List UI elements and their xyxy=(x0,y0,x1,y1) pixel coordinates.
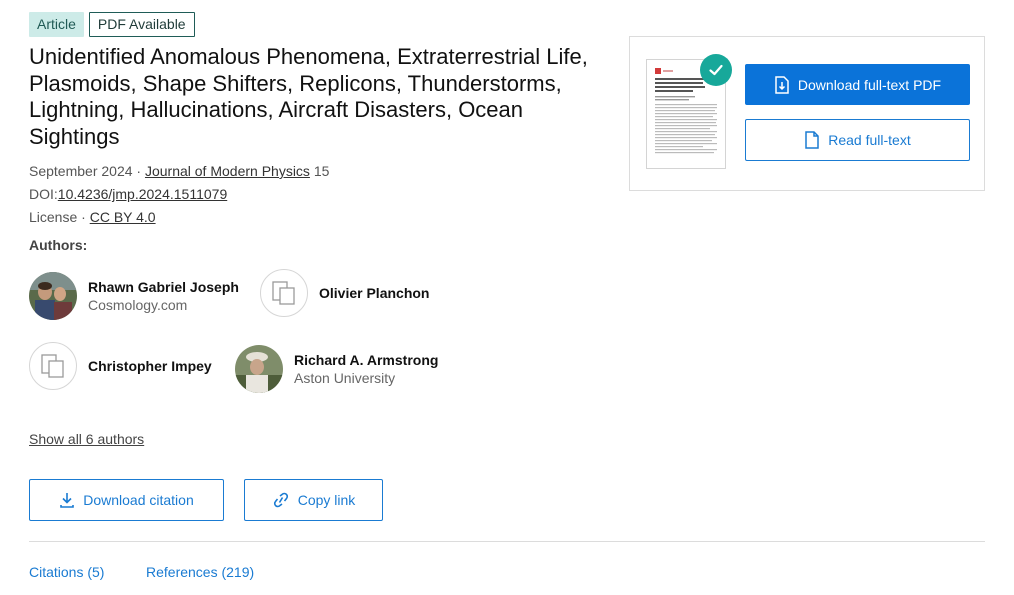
download-pdf-label: Download full-text PDF xyxy=(797,76,942,93)
copy-link-label: Copy link xyxy=(297,492,356,508)
author-item[interactable]: Richard A. Armstrong Aston University xyxy=(235,345,438,393)
author-placeholder-icon xyxy=(41,354,64,378)
publication-info: September 2024 · Journal of Modern Physi… xyxy=(29,162,329,180)
read-fulltext-label: Read full-text xyxy=(828,132,911,148)
publication-date: September 2024 · xyxy=(29,163,145,179)
download-icon xyxy=(60,493,75,508)
doi-link[interactable]: 10.4236/jmp.2024.1511079 xyxy=(58,186,227,202)
author-affiliation: Aston University xyxy=(294,370,396,386)
download-pdf-button[interactable]: Download full-text PDF xyxy=(745,64,970,105)
author-name[interactable]: Richard A. Armstrong xyxy=(294,351,438,369)
license-link[interactable]: CC BY 4.0 xyxy=(90,209,156,225)
link-icon xyxy=(273,492,288,508)
read-fulltext-button[interactable]: Read full-text xyxy=(745,119,970,161)
authors-label: Authors: xyxy=(29,237,88,253)
download-citation-label: Download citation xyxy=(83,492,194,508)
author-avatar[interactable] xyxy=(29,272,77,320)
badges: Article PDF Available xyxy=(29,12,195,37)
doi-line: DOI:10.4236/jmp.2024.1511079 xyxy=(29,185,227,203)
article-badge: Article xyxy=(29,12,84,37)
tab-citations[interactable]: Citations (5) xyxy=(29,564,104,580)
author-avatar[interactable] xyxy=(29,342,77,390)
journal-link[interactable]: Journal of Modern Physics xyxy=(145,163,310,179)
pdf-card: Download full-text PDF Read full-text xyxy=(629,36,985,191)
download-citation-button[interactable]: Download citation xyxy=(29,479,224,521)
tab-references[interactable]: References (219) xyxy=(146,564,254,580)
author-name[interactable]: Olivier Planchon xyxy=(319,284,429,302)
author-avatar[interactable] xyxy=(260,269,308,317)
author-name[interactable]: Christopher Impey xyxy=(88,357,212,375)
journal-volume: 15 xyxy=(309,163,330,179)
author-name[interactable]: Rhawn Gabriel Joseph xyxy=(88,278,239,296)
file-download-icon xyxy=(775,75,789,94)
document-icon xyxy=(805,131,819,149)
article-title: Unidentified Anomalous Phenomena, Extrat… xyxy=(29,44,588,149)
pdf-available-badge: PDF Available xyxy=(88,12,195,37)
show-all-authors-link[interactable]: Show all 6 authors xyxy=(29,431,144,447)
license-line: License · CC BY 4.0 xyxy=(29,208,156,226)
check-icon xyxy=(700,54,732,86)
license-label: License · xyxy=(29,209,90,225)
author-item[interactable]: Christopher Impey xyxy=(29,342,212,390)
copy-link-button[interactable]: Copy link xyxy=(244,479,383,521)
author-item[interactable]: Rhawn Gabriel Joseph Cosmology.com xyxy=(29,272,239,320)
doi-label: DOI: xyxy=(29,186,58,202)
divider xyxy=(29,541,985,542)
author-placeholder-icon xyxy=(272,281,295,305)
author-avatar[interactable] xyxy=(235,345,283,393)
author-affiliation: Cosmology.com xyxy=(88,297,188,313)
author-item[interactable]: Olivier Planchon xyxy=(260,269,429,317)
